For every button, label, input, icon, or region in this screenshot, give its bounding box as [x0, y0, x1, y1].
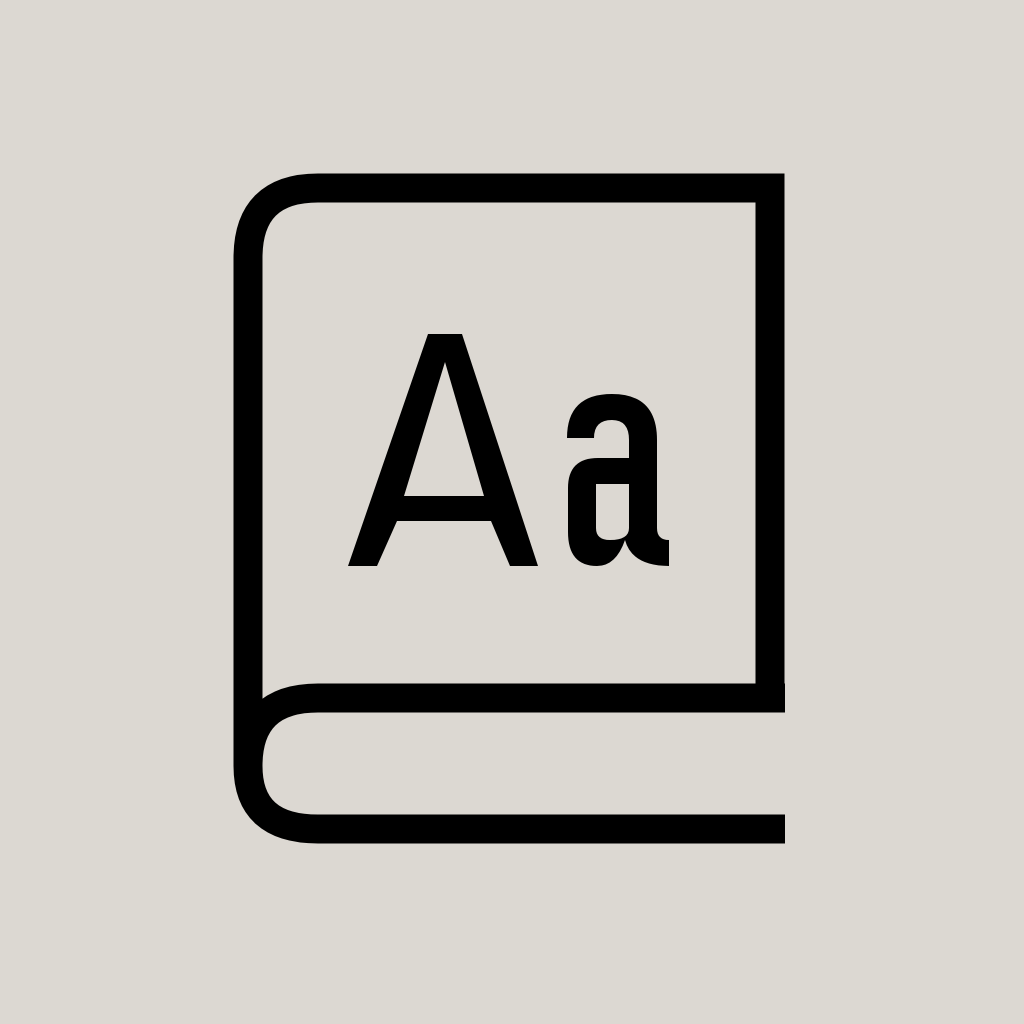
glyph-small-a — [567, 394, 669, 566]
book-pages-curve — [233, 683, 785, 844]
glyph-capital-a — [348, 334, 538, 566]
dictionary-book-icon — [233, 173, 785, 844]
book-cover-outline — [233, 173, 785, 766]
